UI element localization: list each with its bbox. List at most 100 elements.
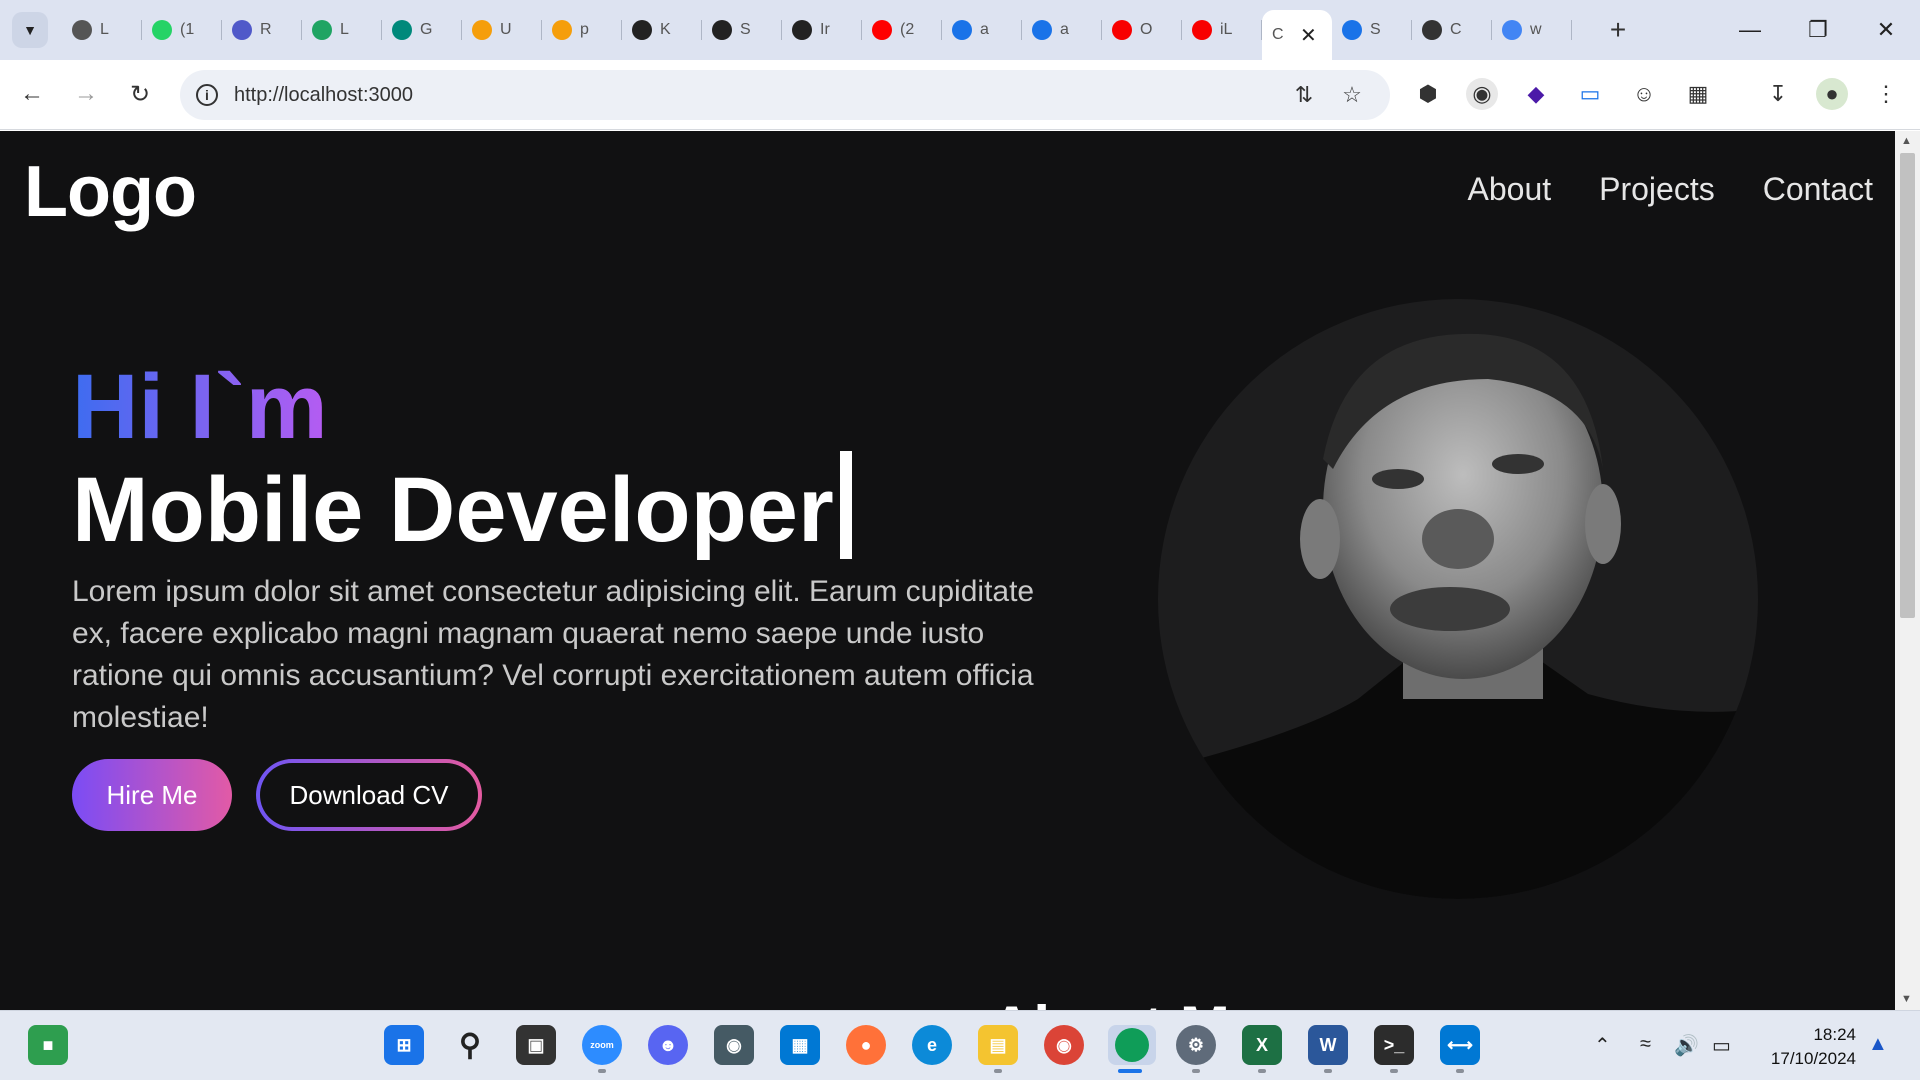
tab-active[interactable]: C ✕ (1262, 10, 1332, 60)
browser-menu-icon[interactable]: ⋮ (1870, 78, 1902, 110)
battery-icon[interactable]: ▭ (1712, 1033, 1731, 1058)
profile-avatar[interactable]: ● (1816, 78, 1848, 110)
page-scrollbar[interactable]: ▲ ▼ (1895, 131, 1920, 1010)
tab[interactable]: p (542, 10, 622, 50)
tab-list: L (1 R L G Up K S Ir (2 a a OiL C ✕ S Cw (62, 10, 1572, 60)
tab[interactable]: G (382, 10, 462, 50)
download-cv-button[interactable]: Download CV (256, 759, 482, 831)
close-window-button[interactable]: ✕ (1852, 0, 1920, 60)
extension-globe-icon[interactable]: ◉ (1466, 78, 1498, 110)
tab[interactable]: U (462, 10, 542, 50)
download-cv-label: Download CV (260, 763, 478, 827)
web-page: Logo About Projects Contact Hi I`m Mobil… (0, 131, 1895, 1010)
browser-window: ▼ L (1 R L G Up K S Ir (2 a a OiL C ✕ S Cw + — ❐ ✕ ← → ↻… (0, 0, 1920, 1010)
notification-bell-icon[interactable]: ▲ (1868, 1033, 1888, 1056)
tab-favicon-icon (1112, 20, 1132, 40)
terminal-running-indicator (1390, 1069, 1398, 1073)
hire-me-button[interactable]: Hire Me (72, 759, 232, 831)
extensions-puzzle-icon[interactable]: ▦ (1682, 78, 1714, 110)
download-icon[interactable]: ↧ (1762, 78, 1794, 110)
terminal-icon[interactable]: >_ (1374, 1025, 1414, 1065)
tab-label: C (1450, 21, 1462, 38)
chevron-down-icon: ▼ (23, 22, 37, 38)
edge-icon[interactable]: e (912, 1025, 952, 1065)
tab[interactable]: O (1102, 10, 1182, 50)
zoom-running-indicator (598, 1069, 606, 1073)
start-icon[interactable]: ⊞ (384, 1025, 424, 1065)
scroll-up-icon[interactable]: ▲ (1901, 135, 1912, 147)
tab-favicon-icon (392, 20, 412, 40)
tab-favicon-icon (312, 20, 332, 40)
restore-button[interactable]: ❐ (1784, 0, 1852, 60)
vscode-running-indicator (1456, 1069, 1464, 1073)
volume-icon[interactable]: 🔊 (1674, 1033, 1699, 1058)
tab[interactable]: K (622, 10, 702, 50)
tab[interactable]: (1 (142, 10, 222, 50)
back-button[interactable]: ← (12, 74, 52, 114)
discord-icon[interactable]: ☻ (648, 1025, 688, 1065)
chrome-profile-icon[interactable] (1108, 1025, 1156, 1065)
nav-link-about[interactable]: About (1468, 171, 1552, 208)
tab[interactable]: C (1412, 10, 1492, 50)
site-logo[interactable]: Logo (24, 151, 197, 233)
tab[interactable]: R (222, 10, 302, 50)
new-tab-button[interactable]: + (1600, 12, 1636, 48)
file-explorer-icon[interactable]: ▤ (978, 1025, 1018, 1065)
excel-icon[interactable]: X (1242, 1025, 1282, 1065)
tab-favicon-icon (632, 20, 652, 40)
tab-favicon-icon (1342, 20, 1362, 40)
portrait-mouth (1390, 587, 1510, 631)
tab[interactable]: Ir (782, 10, 862, 50)
tab[interactable]: S (1332, 10, 1412, 50)
bookmark-star-icon[interactable]: ☆ (1340, 82, 1364, 107)
tab-favicon-icon (472, 20, 492, 40)
camera-icon[interactable]: ◉ (714, 1025, 754, 1065)
search-icon[interactable]: ⚲ (450, 1025, 490, 1065)
extension-clipboard-icon[interactable]: ▭ (1574, 78, 1606, 110)
vscode-icon[interactable]: ⟷ (1440, 1025, 1480, 1065)
extension-hexagon-icon[interactable]: ⬢ (1412, 78, 1444, 110)
portrait-right-eye (1492, 454, 1544, 474)
chrome-icon[interactable]: ◉ (1044, 1025, 1084, 1065)
tab-favicon-icon (1502, 20, 1522, 40)
store-icon[interactable]: ▦ (780, 1025, 820, 1065)
nav-link-projects[interactable]: Projects (1599, 171, 1715, 208)
task-view-icon[interactable]: ▣ (516, 1025, 556, 1065)
hero-role-line: Mobile Developer (72, 451, 852, 559)
scrollbar-thumb[interactable] (1900, 153, 1915, 618)
tray-overflow-chevron-icon[interactable]: ⌃ (1594, 1033, 1611, 1058)
word-icon[interactable]: W (1308, 1025, 1348, 1065)
tab-search-button[interactable]: ▼ (12, 12, 48, 48)
tab[interactable]: a (942, 10, 1022, 50)
address-url[interactable]: http://localhost:3000 (234, 84, 413, 107)
tab[interactable]: (2 (862, 10, 942, 50)
zoom-icon[interactable]: zoom (582, 1025, 622, 1065)
tab-close-icon[interactable]: ✕ (1300, 23, 1317, 48)
forward-button[interactable]: → (66, 74, 106, 114)
tab-favicon-icon (712, 20, 732, 40)
desktop-app-icon[interactable]: ■ (28, 1025, 68, 1065)
nav-link-contact[interactable]: Contact (1763, 171, 1873, 208)
address-bar[interactable]: i http://localhost:3000 ⇅ ☆ (180, 70, 1390, 120)
tab[interactable]: iL (1182, 10, 1262, 50)
settings-gear-icon[interactable]: ⚙ (1176, 1025, 1216, 1065)
reload-button[interactable]: ↻ (120, 74, 160, 114)
system-clock[interactable]: 18:24 17/10/2024 (1762, 1023, 1856, 1071)
tab-favicon-icon (872, 20, 892, 40)
tab-label: (2 (900, 21, 914, 38)
tab[interactable]: w (1492, 10, 1572, 50)
firefox-icon[interactable]: ● (846, 1025, 886, 1065)
scroll-down-icon[interactable]: ▼ (1901, 993, 1912, 1005)
tab[interactable]: L (62, 10, 142, 50)
tab[interactable]: a (1022, 10, 1102, 50)
translate-icon[interactable]: ⇅ (1292, 82, 1316, 107)
extension-diamond-icon[interactable]: ◆ (1520, 78, 1552, 110)
site-info-icon[interactable]: i (196, 84, 218, 106)
tab-favicon-icon (792, 20, 812, 40)
tab-favicon-icon (1422, 20, 1442, 40)
extension-ghost-icon[interactable]: ☺ (1628, 78, 1660, 110)
minimize-button[interactable]: — (1716, 0, 1784, 60)
wifi-icon[interactable]: ≈ (1640, 1033, 1651, 1056)
tab[interactable]: L (302, 10, 382, 50)
tab[interactable]: S (702, 10, 782, 50)
